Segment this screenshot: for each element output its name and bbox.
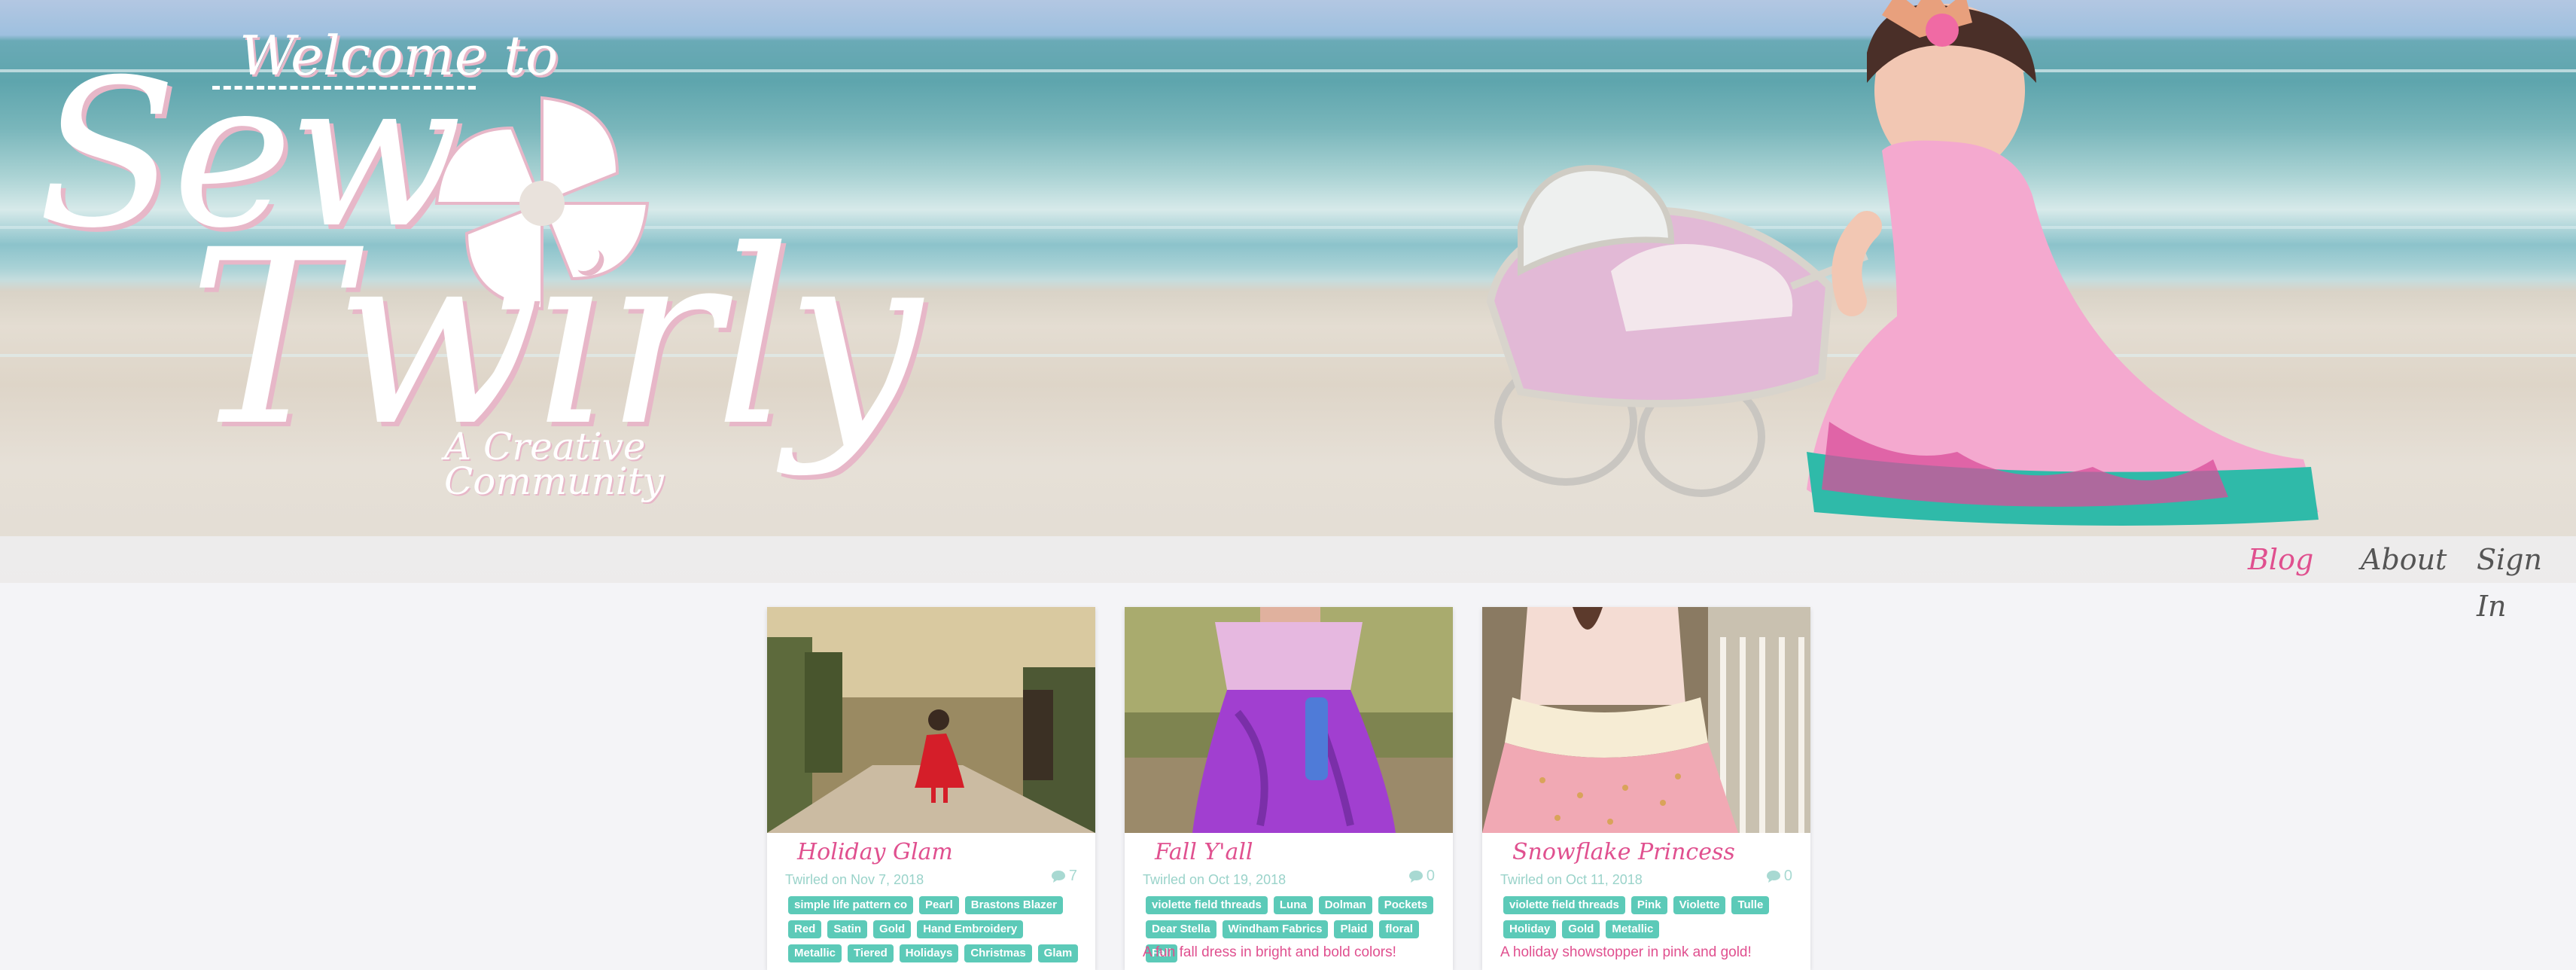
nav-blog-link[interactable]: Blog xyxy=(2248,536,2313,583)
tag[interactable]: Tulle xyxy=(1731,896,1770,914)
tag[interactable]: Holidays xyxy=(899,944,959,962)
post-title[interactable]: Holiday Glam xyxy=(797,839,953,865)
tag[interactable]: Metallic xyxy=(1606,920,1660,938)
tag[interactable]: Holiday xyxy=(1503,920,1557,938)
tag-list: violette field threads Pink Violette Tul… xyxy=(1503,896,1797,938)
post-title[interactable]: Snowflake Princess xyxy=(1512,839,1735,865)
nav-signin-link[interactable]: Sign In xyxy=(2477,536,2576,623)
tag[interactable]: Brastons Blazer xyxy=(964,896,1063,914)
logo-tagline-line2: Community xyxy=(444,459,664,503)
post-description: A fun fall dress in bright and bold colo… xyxy=(1143,944,1396,960)
tag[interactable]: Luna xyxy=(1273,896,1313,914)
logo-title-twirly: Twirly xyxy=(188,199,921,479)
comment-count-value: 0 xyxy=(1426,868,1435,884)
post-date: Twirled on Oct 19, 2018 xyxy=(1143,872,1286,887)
post-image[interactable] xyxy=(767,607,1095,833)
post-card[interactable]: Snowflake Princess Twirled on Oct 11, 20… xyxy=(1482,607,1810,970)
tag-list: simple life pattern co Pearl Brastons Bl… xyxy=(788,896,1082,962)
comment-icon xyxy=(1766,870,1780,883)
post-image[interactable] xyxy=(1125,607,1453,833)
tag[interactable]: simple life pattern co xyxy=(788,896,914,914)
tag[interactable]: Gold xyxy=(873,920,912,938)
tag[interactable]: Christmas xyxy=(964,944,1032,962)
post-date: Twirled on Nov 7, 2018 xyxy=(785,872,924,887)
post-image[interactable] xyxy=(1482,607,1810,833)
hero-banner: Welcome to Sew Twirly A Creative Communi… xyxy=(0,0,2576,583)
tag[interactable]: Windham Fabrics xyxy=(1222,920,1329,938)
tag[interactable]: Metallic xyxy=(788,944,842,962)
comment-icon xyxy=(1051,870,1065,883)
tag[interactable]: Violette xyxy=(1673,896,1726,914)
tag[interactable]: Plaid xyxy=(1334,920,1374,938)
tag[interactable]: Dolman xyxy=(1318,896,1372,914)
comment-count[interactable]: 0 xyxy=(1766,868,1792,885)
nav-about-link[interactable]: About xyxy=(2361,536,2447,583)
tag[interactable]: violette field threads xyxy=(1146,896,1268,914)
comment-icon xyxy=(1408,870,1423,883)
post-description: A holiday showstopper in pink and gold! xyxy=(1500,944,1752,960)
tag[interactable]: Pockets xyxy=(1378,896,1434,914)
post-title[interactable]: Fall Y'all xyxy=(1155,839,1253,865)
tag[interactable]: Hand Embroidery xyxy=(917,920,1024,938)
tag[interactable]: Glam xyxy=(1037,944,1079,962)
tag[interactable]: Pink xyxy=(1631,896,1667,914)
tag[interactable]: Tiered xyxy=(848,944,894,962)
comment-count-value: 7 xyxy=(1068,868,1077,884)
tag[interactable]: Pearl xyxy=(919,896,959,914)
tag[interactable]: Red xyxy=(788,920,822,938)
tag[interactable]: Satin xyxy=(827,920,868,938)
comment-count[interactable]: 7 xyxy=(1051,868,1077,885)
logo-tagline: A Creative Community xyxy=(444,428,664,503)
tag[interactable]: Dear Stella xyxy=(1146,920,1216,938)
tag[interactable]: floral xyxy=(1379,920,1419,938)
hero-photo xyxy=(1486,0,2319,526)
comment-count[interactable]: 0 xyxy=(1408,868,1435,885)
comment-count-value: 0 xyxy=(1783,868,1792,884)
nav-bar xyxy=(0,536,2576,583)
post-date: Twirled on Oct 11, 2018 xyxy=(1500,872,1643,887)
post-card[interactable]: Holiday Glam Twirled on Nov 7, 2018 7 si… xyxy=(767,607,1095,970)
tag[interactable]: violette field threads xyxy=(1503,896,1625,914)
post-card[interactable]: Fall Y'all Twirled on Oct 19, 2018 0 vio… xyxy=(1125,607,1453,970)
tag[interactable]: Gold xyxy=(1562,920,1600,938)
